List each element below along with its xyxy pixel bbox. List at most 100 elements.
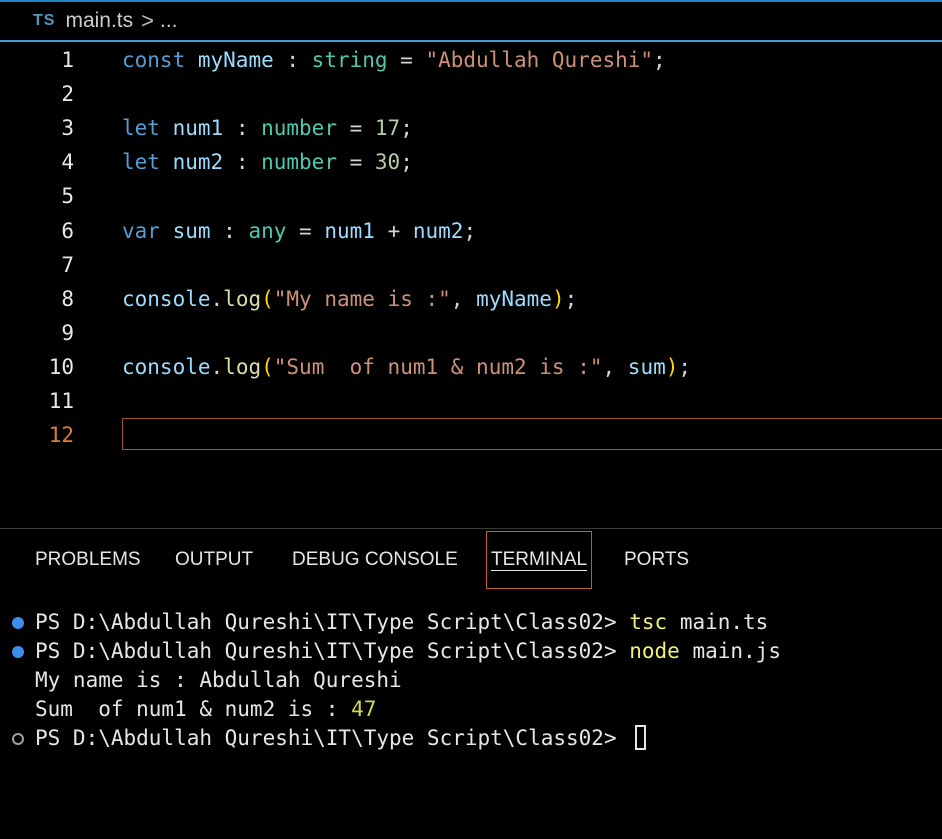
command-status-icon[interactable] bbox=[12, 646, 24, 659]
code-token: = bbox=[387, 48, 426, 72]
code-token: log bbox=[223, 354, 262, 379]
line-number: 5 bbox=[61, 184, 74, 209]
code-token: : bbox=[210, 218, 249, 243]
code-line[interactable]: 6 var sum : any = num1 + num2; bbox=[0, 214, 942, 248]
line-number: 12 bbox=[48, 423, 74, 448]
tab-label: PROBLEMS bbox=[35, 549, 141, 570]
code-token: number bbox=[261, 150, 337, 175]
code-token: string bbox=[311, 48, 388, 72]
code-token: 17 bbox=[374, 116, 401, 141]
code-token: myName bbox=[476, 286, 552, 311]
code-token: ) bbox=[551, 286, 565, 311]
code-token: ( bbox=[261, 354, 274, 379]
tab-debug-console[interactable]: DEBUG CONSOLE bbox=[292, 529, 458, 591]
panel-tab-bar: PROBLEMS OUTPUT DEBUG CONSOLE TERMINAL PORTS bbox=[0, 529, 942, 591]
code-token: ; bbox=[564, 286, 578, 311]
code-line[interactable]: 2 bbox=[0, 77, 942, 111]
terminal-text: PS D:\Abdullah Qureshi\IT\Type Script\Cl… bbox=[35, 724, 647, 753]
code-token: sum bbox=[172, 218, 211, 243]
code-token: ; bbox=[678, 354, 692, 379]
code-token: log bbox=[223, 286, 262, 311]
typescript-icon: TS bbox=[33, 12, 56, 29]
terminal-output: My name is : Abdullah Qureshi bbox=[35, 668, 402, 693]
code-text: let num1 : number = 17; bbox=[122, 111, 413, 145]
code-text: const myName : string = "Abdullah Quresh… bbox=[122, 43, 666, 77]
line-number: 6 bbox=[61, 218, 74, 243]
code-line[interactable]: 3 let num1 : number = 17; bbox=[0, 111, 942, 145]
terminal-command: node bbox=[629, 639, 680, 664]
code-line[interactable]: 7 bbox=[0, 248, 942, 282]
code-line[interactable]: 1 const myName : string = "Abdullah Qures… bbox=[0, 43, 942, 77]
code-token: num2 bbox=[412, 218, 464, 243]
tab-ports[interactable]: PORTS bbox=[624, 529, 689, 591]
code-token: , bbox=[602, 354, 628, 379]
line-number: 2 bbox=[61, 82, 74, 107]
code-token: . bbox=[210, 354, 224, 379]
code-text: console.log("Sum of num1 & num2 is :", s… bbox=[122, 350, 691, 384]
code-token: num1 bbox=[324, 218, 375, 243]
line-number: 10 bbox=[48, 354, 74, 379]
code-token: : bbox=[223, 150, 262, 175]
code-token: number bbox=[261, 116, 337, 141]
terminal-args: main.ts bbox=[667, 610, 769, 634]
terminal-line: My name is : Abdullah Qureshi bbox=[0, 666, 942, 695]
terminal-prompt: PS D:\Abdullah Qureshi\IT\Type Script\Cl… bbox=[35, 639, 630, 664]
code-token: : bbox=[223, 116, 262, 141]
code-token: ; bbox=[653, 48, 666, 72]
command-status-icon[interactable] bbox=[12, 617, 24, 629]
terminal-line: PS D:\Abdullah Qureshi\IT\Type Script\Cl… bbox=[0, 724, 942, 753]
code-line[interactable]: 10 console.log("Sum of num1 & num2 is :",… bbox=[0, 350, 942, 384]
code-line[interactable]: 8 console.log("My name is :", myName); bbox=[0, 282, 942, 316]
code-line[interactable]: 11 bbox=[0, 384, 942, 418]
code-token: ( bbox=[261, 286, 274, 311]
tab-label: TERMINAL bbox=[491, 549, 588, 571]
code-token: myName bbox=[197, 48, 274, 72]
code-token: num2 bbox=[172, 150, 224, 175]
tab-problems[interactable]: PROBLEMS bbox=[35, 529, 141, 591]
tab-label: PORTS bbox=[624, 549, 690, 570]
terminal-line: PS D:\Abdullah Qureshi\IT\Type Script\Cl… bbox=[0, 637, 942, 666]
code-token: var bbox=[122, 218, 160, 243]
terminal-text: PS D:\Abdullah Qureshi\IT\Type Script\Cl… bbox=[35, 637, 781, 666]
line-number: 1 bbox=[61, 48, 74, 72]
breadcrumb-file[interactable]: main.ts bbox=[65, 9, 133, 33]
code-token: + bbox=[374, 218, 413, 243]
code-token: 30 bbox=[374, 150, 401, 175]
code-token: num1 bbox=[172, 116, 224, 141]
code-token: = bbox=[336, 150, 375, 175]
code-line[interactable]: 5 bbox=[0, 179, 942, 213]
tab-terminal[interactable]: TERMINAL bbox=[486, 531, 593, 589]
terminal-prompt: PS D:\Abdullah Qureshi\IT\Type Script\Cl… bbox=[35, 726, 630, 751]
terminal-args: main.js bbox=[679, 639, 781, 664]
code-token: console bbox=[122, 354, 211, 379]
code-token: "Sum of num1 & num2 is :" bbox=[273, 354, 603, 379]
code-token: ; bbox=[400, 116, 413, 141]
terminal-cursor[interactable] bbox=[635, 725, 647, 751]
tab-label: DEBUG CONSOLE bbox=[292, 549, 458, 570]
terminal-text: My name is : Abdullah Qureshi bbox=[35, 666, 402, 695]
code-token: : bbox=[273, 48, 312, 72]
code-line[interactable]: 9 bbox=[0, 316, 942, 350]
line-number: 11 bbox=[48, 389, 74, 413]
line-number: 3 bbox=[61, 116, 74, 141]
code-line[interactable]: 12 bbox=[0, 418, 942, 452]
breadcrumb-ellipsis[interactable]: ... bbox=[160, 9, 178, 33]
terminal-text: Sum of num1 & num2 is : 47 bbox=[35, 695, 376, 724]
command-status-icon[interactable] bbox=[12, 733, 24, 746]
code-text: console.log("My name is :", myName); bbox=[122, 282, 577, 316]
terminal-prompt: PS D:\Abdullah Qureshi\IT\Type Script\Cl… bbox=[35, 610, 630, 634]
code-line[interactable]: 4 let num2 : number = 30; bbox=[0, 145, 942, 179]
terminal-output-number: 47 bbox=[351, 697, 377, 722]
terminal-command: tsc bbox=[629, 610, 668, 634]
code-token: , bbox=[450, 286, 477, 311]
code-token: ) bbox=[665, 354, 679, 379]
code-token: let bbox=[122, 150, 160, 175]
code-editor[interactable]: 1 const myName : string = "Abdullah Qures… bbox=[0, 42, 942, 528]
code-token: console bbox=[122, 286, 211, 311]
tab-output[interactable]: OUTPUT bbox=[175, 529, 253, 591]
line-number: 8 bbox=[61, 286, 74, 311]
